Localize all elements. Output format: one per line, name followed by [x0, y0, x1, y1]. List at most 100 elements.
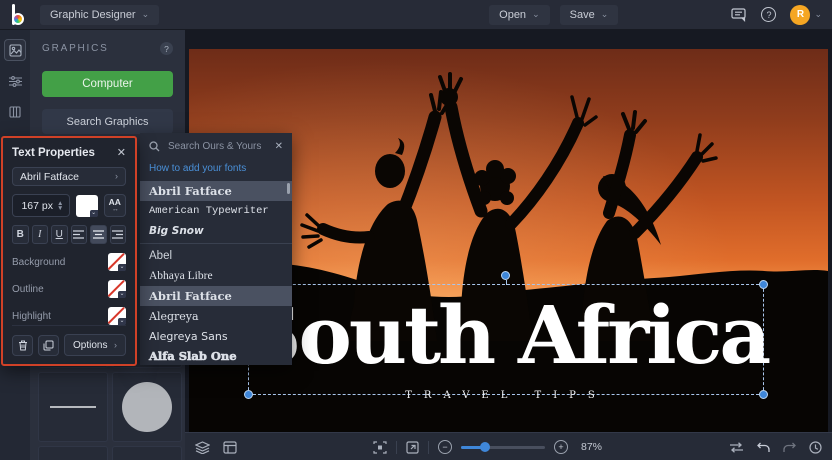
shape-thumbnail-circle[interactable]	[112, 372, 182, 442]
outline-color-swatch[interactable]: ⌄	[108, 280, 126, 298]
resize-handle-top-right[interactable]	[759, 280, 768, 289]
fit-to-screen-icon[interactable]	[373, 441, 387, 454]
outline-label: Outline	[12, 284, 44, 295]
chevron-down-icon: ⌄	[90, 210, 98, 217]
open-button[interactable]: Open ⌄	[489, 5, 549, 25]
account-menu[interactable]: R ⌄	[790, 5, 822, 25]
list-divider	[140, 243, 292, 244]
brand-logo[interactable]	[12, 4, 28, 25]
canvas-headline-text[interactable]: South Africa	[249, 281, 763, 389]
chevron-down-icon: ⌄	[601, 10, 609, 19]
resize-handle-bottom-left[interactable]	[244, 390, 253, 399]
zoom-level: 87%	[581, 441, 602, 453]
chevron-down-icon: ⌄	[118, 264, 126, 271]
highlight-color-swatch[interactable]: ⌄	[108, 307, 126, 325]
search-graphics-button[interactable]: Search Graphics	[42, 109, 173, 134]
font-search-row: ✕	[140, 133, 292, 160]
duplicate-icon	[43, 340, 54, 351]
font-size-input[interactable]	[13, 200, 53, 212]
undo-icon[interactable]	[757, 442, 770, 453]
chevron-right-icon: ›	[114, 341, 117, 350]
letter-spacing-button[interactable]: AA ↔	[104, 194, 126, 217]
shape-thumbnail-rectangle[interactable]	[38, 446, 108, 460]
chevron-down-icon: ⌄	[814, 10, 822, 19]
shapes-grid	[38, 360, 186, 460]
graphics-help-icon[interactable]: ?	[160, 42, 173, 55]
font-size-field[interactable]: ▲▼	[12, 194, 70, 217]
shape-thumbnail-line[interactable]	[38, 372, 108, 442]
resize-handle-bottom-right[interactable]	[759, 390, 768, 399]
layout-tool-icon[interactable]	[4, 101, 26, 123]
help-icon[interactable]: ?	[761, 7, 776, 22]
align-right-button[interactable]	[110, 225, 127, 244]
expand-icon[interactable]	[406, 441, 419, 454]
chevron-down-icon: ⌄	[118, 291, 126, 298]
align-center-button[interactable]	[90, 225, 107, 244]
transition-icon[interactable]	[729, 442, 744, 453]
text-element-selection[interactable]: South Africa TRAVEL TIPS	[248, 284, 764, 395]
app-window: Graphic Designer ⌄ Open ⌄ Save ⌄ ?	[0, 0, 832, 460]
logo-colorwheel-icon	[12, 13, 24, 25]
font-list-item[interactable]: American Typewriter	[140, 201, 292, 221]
rotate-handle[interactable]	[501, 271, 510, 280]
close-icon[interactable]: ✕	[117, 146, 126, 159]
bottom-bar: − + 87%	[185, 432, 832, 460]
canvas-subtitle-text[interactable]: TRAVEL TIPS	[249, 390, 763, 401]
underline-button[interactable]: U	[51, 225, 68, 244]
divider	[428, 441, 429, 454]
open-label: Open	[499, 9, 526, 21]
font-list: Abril Fatface American Typewriter Big Sn…	[140, 181, 292, 365]
app-menu-button[interactable]: Graphic Designer ⌄	[40, 5, 159, 25]
clear-search-icon[interactable]: ✕	[275, 141, 283, 152]
align-left-button[interactable]	[71, 225, 88, 244]
layers-icon[interactable]	[195, 441, 210, 454]
options-label: Options	[73, 340, 107, 351]
font-list-item[interactable]: Big Snow	[140, 221, 292, 241]
images-tool-icon[interactable]	[4, 39, 26, 61]
font-list-item[interactable]: Abril Fatface	[140, 181, 292, 201]
chevron-down-icon: ⌄	[118, 318, 126, 325]
background-color-swatch[interactable]: ⌄	[108, 253, 126, 271]
history-clock-icon[interactable]	[809, 441, 822, 454]
save-button[interactable]: Save ⌄	[560, 5, 619, 25]
font-list-item[interactable]: Abel	[140, 246, 292, 266]
upload-computer-button[interactable]: Computer	[42, 71, 173, 97]
chevron-right-icon: ›	[115, 172, 118, 181]
shape-thumbnail-dashed-rectangle[interactable]	[112, 446, 182, 460]
scrollbar-thumb[interactable]	[287, 183, 290, 194]
zoom-slider[interactable]	[461, 446, 545, 449]
text-properties-panel: Text Properties ✕ Abril Fatface › ▲▼ ⌄ A…	[1, 136, 137, 366]
font-list-item[interactable]: Abril Fatface	[140, 286, 292, 306]
background-label: Background	[12, 257, 65, 268]
adjust-tool-icon[interactable]	[4, 70, 26, 92]
bold-button[interactable]: B	[12, 225, 29, 244]
font-list-item[interactable]: Alegreya Sans	[140, 326, 292, 346]
text-color-swatch[interactable]: ⌄	[76, 195, 97, 217]
font-list-item[interactable]: Abhaya Libre	[140, 266, 292, 286]
duplicate-button[interactable]	[38, 335, 59, 356]
line-shape	[50, 406, 96, 408]
zoom-out-button[interactable]: −	[438, 440, 452, 454]
search-icon	[149, 141, 160, 152]
panel-title: Text Properties	[12, 147, 95, 159]
font-list-item[interactable]: Alegreya	[140, 306, 292, 326]
comments-icon[interactable]	[731, 8, 747, 22]
zoom-slider-thumb[interactable]	[480, 442, 490, 452]
size-stepper[interactable]: ▲▼	[57, 201, 63, 211]
save-label: Save	[570, 9, 595, 21]
delete-button[interactable]	[12, 335, 33, 356]
board-layout-icon[interactable]	[223, 441, 237, 454]
avatar: R	[790, 5, 810, 25]
letter-spacing-label: AA	[109, 198, 121, 206]
redo-icon[interactable]	[783, 442, 796, 453]
divider	[396, 441, 397, 454]
font-search-input[interactable]	[166, 140, 269, 153]
font-list-item[interactable]: Alfa Slab One	[140, 346, 292, 365]
options-button[interactable]: Options ›	[64, 334, 126, 356]
font-family-select[interactable]: Abril Fatface ›	[12, 167, 126, 186]
add-fonts-link[interactable]: How to add your fonts	[140, 160, 292, 181]
chevron-down-icon: ⌄	[142, 10, 150, 19]
italic-button[interactable]: I	[32, 225, 49, 244]
top-bar: Graphic Designer ⌄ Open ⌄ Save ⌄ ?	[0, 0, 832, 30]
zoom-in-button[interactable]: +	[554, 440, 568, 454]
